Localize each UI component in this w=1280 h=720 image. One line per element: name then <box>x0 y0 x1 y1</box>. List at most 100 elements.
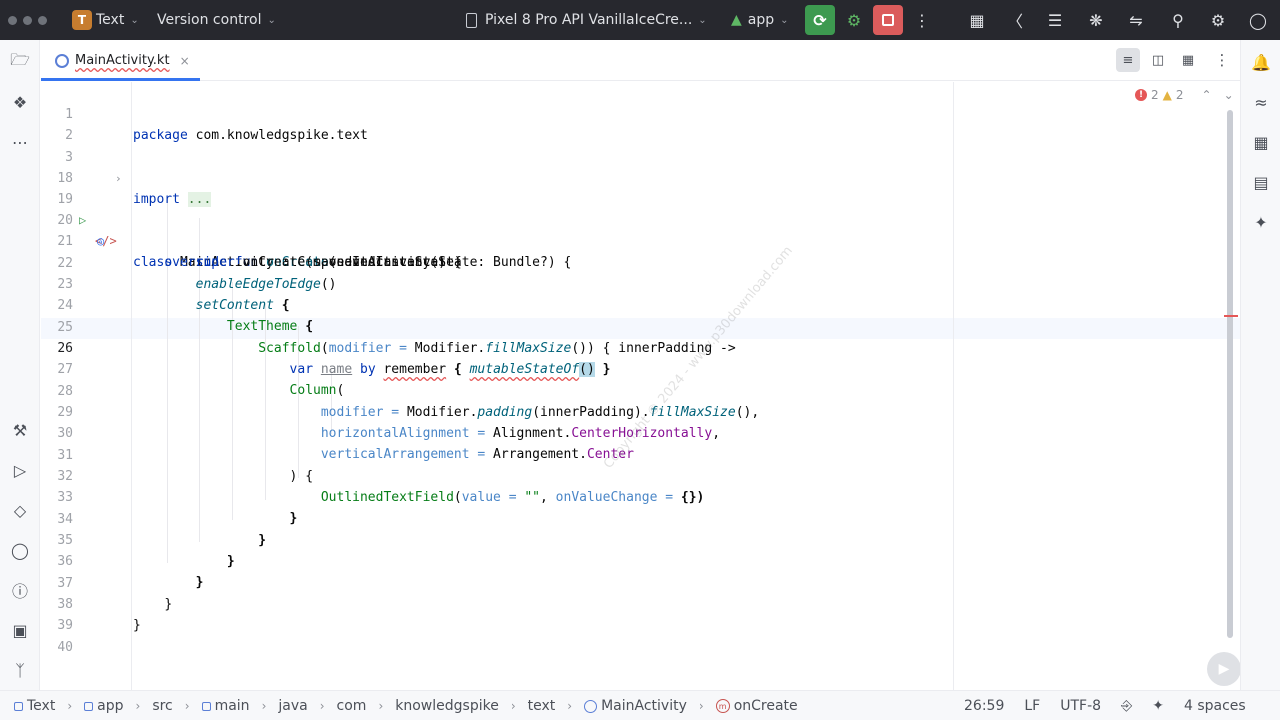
device-selector[interactable]: Pixel 8 Pro API VanillaIceCre... ⌄ <box>466 0 707 40</box>
tab-label: MainActivity.kt <box>75 53 170 68</box>
debug-button[interactable]: ⚙ <box>839 5 869 35</box>
method-icon: m <box>715 699 730 713</box>
code-line: 22 enableEdgeToEdge() <box>57 256 337 292</box>
line-separator[interactable]: LF <box>1024 698 1040 714</box>
code-line: 27 Column( <box>57 362 345 398</box>
account-icon[interactable]: ◯ <box>1245 0 1271 40</box>
window-controls[interactable] <box>8 0 47 40</box>
device-manager-icon[interactable]: ▦ <box>1249 130 1273 154</box>
breadcrumb-item[interactable]: java <box>278 698 307 714</box>
code-editor[interactable]: ! 2 ▲ 2 ⌃ ⌄ 1 package com.knowledgspike.… <box>41 82 1240 690</box>
chevron-down-icon[interactable]: ⌄ <box>1224 88 1234 102</box>
breadcrumb-item[interactable]: Text <box>14 698 55 714</box>
restart-icon: ⟳ <box>813 10 827 30</box>
device-mirror-icon[interactable]: ▦ <box>964 0 990 40</box>
right-tool-strip: 🔔 ≈ ▦ ▤ ✦ <box>1240 40 1280 690</box>
status-bar: Text › app › src › main › java › com › k… <box>0 690 1280 720</box>
breadcrumb-item[interactable]: text <box>528 698 556 714</box>
code-line: 3 › import ... <box>65 150 212 207</box>
code-line: 18 <box>57 171 73 186</box>
code-line: 2 <box>65 128 73 143</box>
code-line: 34 } <box>57 512 267 548</box>
breadcrumb-item[interactable]: knowledgspike <box>395 698 499 714</box>
breadcrumb-item[interactable]: main <box>201 698 250 714</box>
code-line: 38 } <box>57 597 141 633</box>
module-icon <box>84 701 94 711</box>
code-line: 30 verticalArrangement = Arrangement.Cen… <box>57 426 634 462</box>
project-folder-icon[interactable]: 🗁 <box>8 50 32 74</box>
search-icon[interactable]: ⚲ <box>1165 0 1191 40</box>
code-line: 19 ▷ </> class MainActivity : ComponentA… <box>57 192 462 270</box>
terminal-icon[interactable]: ▣ <box>8 618 32 642</box>
app-inspection-icon[interactable]: ❋ <box>1083 0 1109 40</box>
read-only-lock-icon[interactable]: ⎆ <box>1121 698 1132 714</box>
logcat-cat-icon[interactable]: ◯ <box>8 538 32 562</box>
design-view-icon[interactable]: ▦ <box>1176 48 1200 72</box>
code-line: 37 } <box>57 576 173 612</box>
breadcrumb-item[interactable]: com <box>337 698 367 714</box>
project-name: Text <box>96 12 125 28</box>
chevron-right-icon: › <box>135 699 141 713</box>
translate-icon[interactable]: 〈 <box>1002 0 1028 40</box>
breadcrumb-item[interactable]: app <box>84 698 124 714</box>
code-line: 40 <box>57 640 73 655</box>
ai-sparkle-icon[interactable]: ✦ <box>1249 210 1273 234</box>
breadcrumb-item[interactable]: src <box>152 698 172 714</box>
ai-assistant-icon[interactable]: ✦ <box>1152 698 1164 714</box>
chevron-right-icon: › <box>319 699 325 713</box>
code-line: 33 } <box>57 490 298 526</box>
chevron-right-icon: › <box>567 699 573 713</box>
run-tool-icon[interactable]: ▷ <box>8 458 32 482</box>
apply-changes-button[interactable]: ⟳ <box>805 5 835 35</box>
gradle-icon[interactable]: ≈ <box>1249 90 1273 114</box>
chevron-right-icon: › <box>67 699 73 713</box>
more-tools-icon[interactable]: ⋯ <box>8 130 32 154</box>
bug-icon: ⚙ <box>846 10 862 30</box>
caret-position[interactable]: 26:59 <box>964 698 1004 714</box>
code-view-icon[interactable]: ≡ <box>1116 48 1140 72</box>
chevron-right-icon: › <box>184 699 190 713</box>
notifications-bell-icon[interactable]: 🔔 <box>1249 50 1273 74</box>
gemini-icon[interactable]: ◇ <box>8 498 32 522</box>
chevron-right-icon: › <box>261 699 267 713</box>
code-line: 35 } <box>57 533 235 569</box>
code-line: 21 super.onCreate(savedInstanceState) <box>57 234 462 270</box>
code-line: 20 ◎ override fun onCreate(savedInstance… <box>57 213 572 270</box>
stop-button[interactable] <box>873 5 903 35</box>
indent-setting[interactable]: 4 spaces <box>1184 698 1246 714</box>
resource-manager-icon[interactable]: ❖ <box>8 90 32 114</box>
chevron-right-icon: › <box>698 699 704 713</box>
run-config-selector[interactable]: ▲ app ⌄ <box>731 0 789 40</box>
problems-icon[interactable]: ⓘ <box>8 578 32 602</box>
chevron-down-icon: ⌄ <box>130 14 139 26</box>
chevron-down-icon: ⌄ <box>267 14 276 26</box>
status-widgets: 26:59 LF UTF-8 ⎆ ✦ 4 spaces <box>964 691 1246 720</box>
file-encoding[interactable]: UTF-8 <box>1060 698 1101 714</box>
breadcrumb: Text › app › src › main › java › com › k… <box>14 691 798 720</box>
running-devices-icon[interactable]: ▤ <box>1249 170 1273 194</box>
module-icon <box>14 701 23 711</box>
project-badge[interactable]: T <box>72 10 92 30</box>
stop-icon <box>882 14 894 26</box>
tab-options-button[interactable]: ⋮ <box>1210 48 1234 72</box>
play-overlay-icon: ▶ <box>1207 652 1240 686</box>
kotlin-class-icon <box>55 53 69 68</box>
project-selector[interactable]: Text ⌄ <box>96 0 139 40</box>
code-line: 24 TextTheme { <box>57 298 314 334</box>
close-icon[interactable]: × <box>180 54 190 68</box>
kotlin-class-icon <box>584 699 598 713</box>
breadcrumb-item[interactable]: m onCreate <box>715 698 798 714</box>
phone-icon <box>466 12 477 28</box>
profiler-icon[interactable]: ⇋ <box>1123 0 1149 40</box>
build-hammer-icon[interactable]: ⚒ <box>8 418 32 442</box>
logcat-icon[interactable]: ☰ <box>1042 0 1068 40</box>
vcs-selector[interactable]: Version control ⌄ <box>157 0 276 40</box>
vertical-scrollbar[interactable] <box>1227 110 1233 638</box>
split-view-icon[interactable]: ◫ <box>1146 48 1170 72</box>
git-branch-icon[interactable]: ᛉ <box>8 658 32 682</box>
chevron-down-icon: ⌄ <box>780 14 789 26</box>
more-actions-button[interactable]: ⋮ <box>907 5 937 35</box>
tab-mainactivity[interactable]: MainActivity.kt × <box>41 40 200 81</box>
settings-gear-icon[interactable]: ⚙ <box>1205 0 1231 40</box>
breadcrumb-item[interactable]: MainActivity <box>584 698 687 714</box>
